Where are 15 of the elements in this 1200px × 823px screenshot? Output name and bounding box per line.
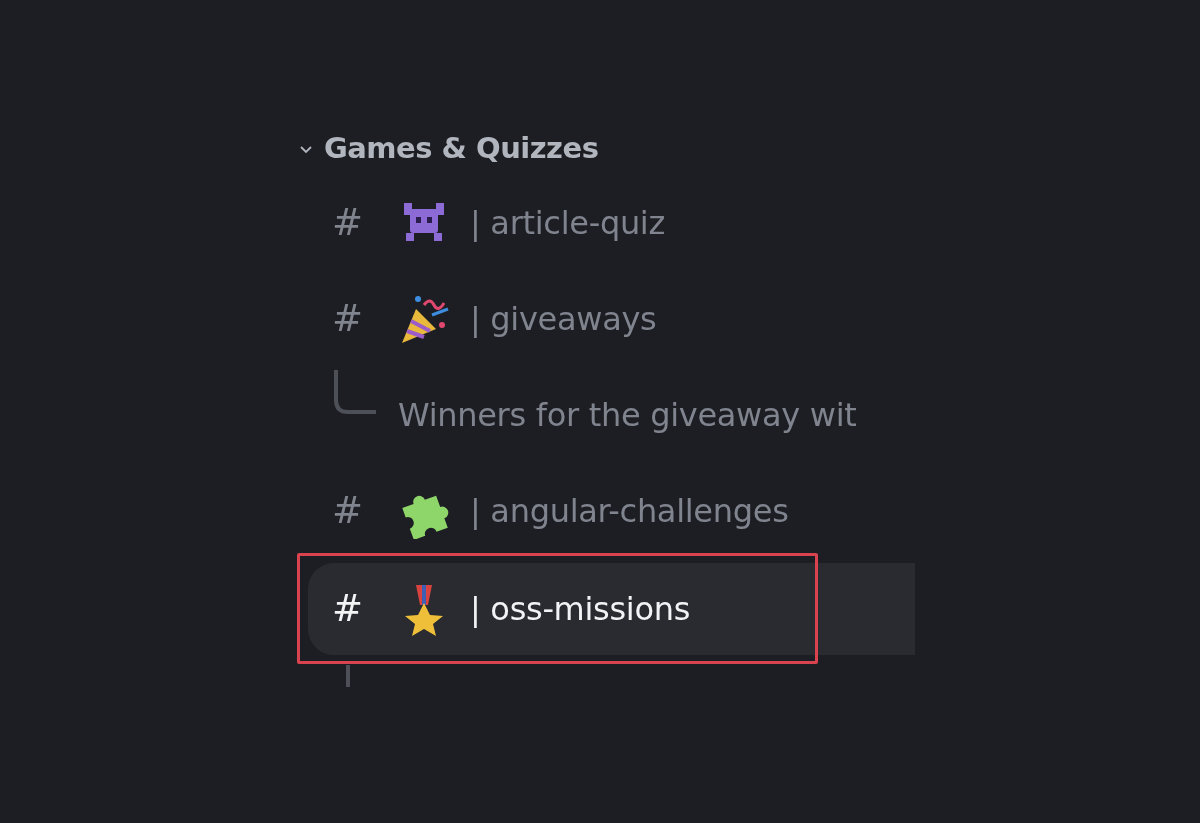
channel-name: | angular-challenges (470, 491, 789, 532)
category-title[interactable]: Games & Quizzes (324, 127, 599, 171)
channel-item[interactable]: # | angular-challenges (308, 463, 915, 559)
hash-icon: # (332, 581, 396, 637)
hash-icon: # (332, 483, 396, 539)
channel-item[interactable]: # | oss-missions (308, 563, 915, 655)
thread-line (332, 370, 378, 416)
hash-icon: # (332, 195, 396, 251)
channel-item[interactable]: # | giveaways (308, 271, 915, 367)
channel-name: | article-quiz (470, 203, 665, 244)
hash-icon: # (332, 291, 396, 347)
channel-item[interactable]: # | article-quiz (308, 175, 915, 271)
channel-name: | oss-missions (470, 589, 691, 630)
channel-name: | giveaways (470, 299, 657, 340)
thread-item[interactable]: Winners for the giveaway wit (398, 391, 857, 439)
